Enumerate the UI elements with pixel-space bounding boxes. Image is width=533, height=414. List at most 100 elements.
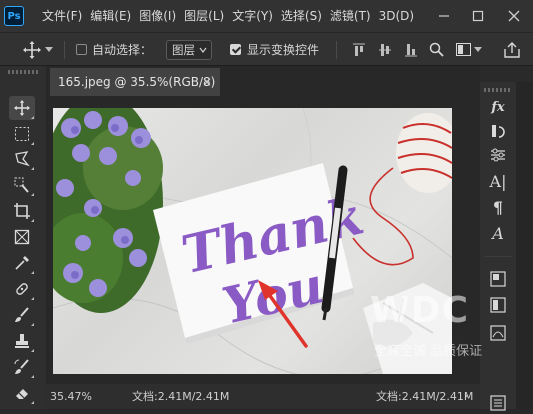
right-panel-dock: fx A| ¶ A <box>480 66 533 411</box>
maximize-button[interactable] <box>461 0 495 32</box>
tool-flyout-icon <box>31 349 34 352</box>
show-transform-label: 显示变换控件 <box>247 43 320 57</box>
tool-flyout-icon <box>31 297 34 300</box>
marquee-tool[interactable] <box>9 122 35 146</box>
menu-layer[interactable]: 图层(L) <box>180 0 228 32</box>
zoom-level[interactable]: 35.47% <box>50 384 92 409</box>
menu-edit[interactable]: 编辑(E) <box>86 0 135 32</box>
close-window-button[interactable] <box>495 0 533 32</box>
panel-collapsed-strip[interactable] <box>516 82 533 409</box>
document-image[interactable]: Thank You <box>53 108 452 374</box>
move-tool-preset[interactable] <box>22 33 53 66</box>
search-button[interactable] <box>429 33 444 66</box>
fx-icon: fx <box>491 99 505 115</box>
panel-grip[interactable] <box>8 70 38 74</box>
menu-filter[interactable]: 滤镜(T) <box>326 0 375 32</box>
auto-select-label: 自动选择： <box>92 43 153 57</box>
crop-tool-icon <box>14 203 30 219</box>
healing-brush-icon <box>16 283 28 295</box>
healing-brush-tool[interactable] <box>9 277 35 301</box>
menu-image[interactable]: 图像(I) <box>135 0 180 32</box>
align-bottom-button[interactable] <box>404 33 418 66</box>
paths-panel-button[interactable] <box>486 322 510 344</box>
glyphs-panel-button[interactable]: A <box>486 222 510 244</box>
eraser-tool[interactable] <box>9 381 35 405</box>
paragraph-icon: ¶ <box>492 197 504 217</box>
auto-select-checkbox[interactable] <box>76 44 87 55</box>
workspace-icon <box>456 43 471 56</box>
photoshop-logo-icon: Ps <box>4 6 24 26</box>
eyedropper-tool-icon <box>15 256 29 270</box>
quick-select-tool-icon <box>14 177 29 193</box>
show-transform-checkbox[interactable] <box>230 44 241 55</box>
history-brush-tool[interactable] <box>9 355 35 379</box>
paths-icon <box>490 325 506 341</box>
close-document-icon[interactable]: × <box>202 68 212 96</box>
panel-grip[interactable] <box>484 88 512 92</box>
menu-3d[interactable]: 3D(D) <box>375 0 418 32</box>
styles-panel-button[interactable]: fx <box>486 96 510 118</box>
document-tab-title: 165.jpeg @ 35.5%(RGB/8) <box>58 75 216 89</box>
history-icon <box>492 125 505 138</box>
channels-icon <box>490 297 506 313</box>
paragraph-panel-button[interactable]: ¶ <box>486 196 510 218</box>
tool-flyout-icon <box>31 401 34 404</box>
frame-tool[interactable] <box>9 225 35 249</box>
menu-select[interactable]: 选择(S) <box>277 0 326 32</box>
crop-tool[interactable] <box>9 199 35 223</box>
eyedropper-tool[interactable] <box>9 251 35 275</box>
document-tab-bar: 165.jpeg @ 35.5%(RGB/8) × <box>46 66 480 96</box>
lasso-tool[interactable] <box>9 147 35 171</box>
history-panel-button[interactable] <box>486 120 510 142</box>
status-menu-chevron-icon[interactable]: › <box>464 384 468 409</box>
search-icon <box>429 42 444 57</box>
menu-items: 文件(F) 编辑(E) 图像(I) 图层(L) 文字(Y) 选择(S) 滤镜(T… <box>38 0 418 32</box>
share-icon <box>504 41 520 58</box>
layers-panel-button[interactable] <box>486 268 510 290</box>
document-tab[interactable]: 165.jpeg @ 35.5%(RGB/8) × <box>50 68 220 96</box>
share-button[interactable] <box>504 33 520 66</box>
align-vcenter-button[interactable] <box>378 33 392 66</box>
move-tool[interactable] <box>9 96 35 120</box>
divider <box>484 256 512 257</box>
workspace-button[interactable] <box>456 33 482 66</box>
move-tool-icon <box>14 100 30 116</box>
quick-select-tool[interactable] <box>9 173 35 197</box>
menu-bar: Ps 文件(F) 编辑(E) 图像(I) 图层(L) 文字(Y) 选择(S) 滤… <box>0 0 533 32</box>
tool-flyout-icon <box>31 219 34 222</box>
brush-tool[interactable] <box>9 303 35 327</box>
tool-flyout-icon <box>31 271 34 274</box>
character-icon: A| <box>489 171 507 191</box>
menu-type[interactable]: 文字(Y) <box>228 0 277 32</box>
tool-flyout-icon <box>31 323 34 326</box>
gift-box <box>363 283 452 374</box>
tool-flyout-icon <box>31 167 34 170</box>
clone-stamp-tool[interactable] <box>9 329 35 353</box>
align-top-button[interactable] <box>352 33 366 66</box>
brush-tool-icon <box>15 307 29 322</box>
document-info: 文档:2.41M/2.41M <box>132 390 230 403</box>
options-bar: 自动选择： 图层 显示变换控件 <box>0 32 533 66</box>
align-top-icon <box>353 43 365 56</box>
divider <box>64 41 65 59</box>
minimize-icon <box>439 15 449 17</box>
watermark-subtitle: 全真全诚 品质保证 <box>374 344 483 359</box>
auto-select-target-dropdown[interactable]: 图层 <box>166 40 212 60</box>
tool-flyout-icon <box>31 142 34 145</box>
move-icon <box>23 40 41 59</box>
chevron-down-icon <box>45 46 53 52</box>
character-panel-button[interactable]: A| <box>486 170 510 192</box>
adjustments-icon <box>491 148 505 162</box>
close-icon <box>508 10 520 22</box>
panel-icon-column: fx A| ¶ A <box>480 82 516 411</box>
layers-icon <box>490 271 506 287</box>
menu-file[interactable]: 文件(F) <box>38 0 86 32</box>
minimize-button[interactable] <box>427 0 461 32</box>
tool-flyout-icon <box>31 116 34 119</box>
properties-panel-button[interactable] <box>486 392 510 414</box>
adjustments-panel-button[interactable] <box>486 144 510 166</box>
status-bar: 35.47% 文档:2.41M/2.41M 文档:2.41M/2.41M › <box>46 384 480 409</box>
document-info-right: 文档:2.41M/2.41M <box>376 390 474 403</box>
align-vcenter-icon <box>379 43 391 56</box>
channels-panel-button[interactable] <box>486 294 510 316</box>
